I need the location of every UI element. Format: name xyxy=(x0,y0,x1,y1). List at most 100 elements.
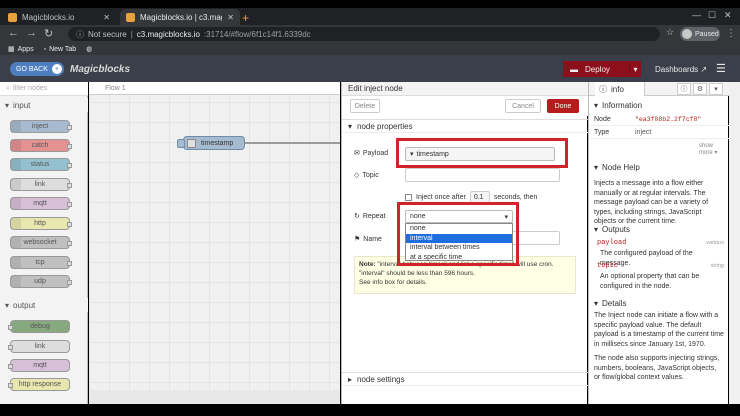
help-intro: Injects a message into a flow either man… xyxy=(594,180,709,225)
profile-status: Paused xyxy=(695,30,719,38)
topic-label: ◇ Topic xyxy=(354,171,379,180)
editor-toolbar: Delete Cancel Done xyxy=(342,96,588,116)
highlight-box-payload xyxy=(396,138,568,168)
inject-trigger-button[interactable] xyxy=(177,139,185,148)
main-menu-icon[interactable]: ☰ xyxy=(716,62,726,75)
node-label: http response xyxy=(18,381,62,388)
palette-node-mqtt-out[interactable]: mqtt xyxy=(8,359,70,372)
palette-node-tcp[interactable]: tcp xyxy=(10,256,72,269)
chevron-down-icon[interactable]: ▾ xyxy=(629,64,641,74)
label-text: Repeat xyxy=(362,212,386,220)
chevron-down-icon[interactable]: ▾ xyxy=(709,83,723,95)
sidebar-scrollbar[interactable] xyxy=(729,82,740,404)
tag-icon: ⚑ xyxy=(354,236,361,243)
new-tab-button[interactable]: + xyxy=(242,11,249,25)
payload-label: ✉ Payload xyxy=(354,149,388,158)
tab-title: Magicblocks.io | c3.magicblocks.io xyxy=(140,12,222,22)
node-help-header[interactable]: ▾ Node Help xyxy=(589,161,729,173)
info-icon: ⓘ xyxy=(599,84,607,94)
palette-node-catch[interactable]: catch xyxy=(10,139,72,152)
information-header[interactable]: ▾ Information xyxy=(589,99,729,111)
prop-topic-type: string xyxy=(710,263,724,269)
palette-node-udp[interactable]: udp xyxy=(10,275,72,288)
topic-input[interactable] xyxy=(405,168,560,182)
flow-workspace[interactable]: Flow 1 timestamp xyxy=(89,82,340,404)
browser-tab-inactive[interactable]: Magicblocks.io ✕ xyxy=(2,9,116,25)
palette-node-http[interactable]: http xyxy=(10,217,72,230)
go-back-label: GO BACK xyxy=(16,65,48,73)
sidebar-tabs: ⓘ info ⓘ ⚙ ▾ xyxy=(589,82,729,96)
address-bar: ← → ↻ ⓘ Not secure | c3.magicblocks.io:3… xyxy=(0,25,740,43)
envelope-icon: ✉ xyxy=(354,150,360,157)
info-sidebar: ⓘ info ⓘ ⚙ ▾ ▾ Information Node "ea3f08b… xyxy=(588,82,729,404)
tab-flow-1[interactable]: Flow 1 xyxy=(97,82,134,95)
palette-category-output[interactable]: ▾ output xyxy=(0,298,88,312)
node-settings-section[interactable]: ▸ node settings xyxy=(342,372,588,386)
dashboards-link[interactable]: Dashboards ↗ xyxy=(655,65,707,74)
window-close-icon[interactable]: ✕ xyxy=(724,10,732,21)
show-more-link[interactable]: show more ▾ xyxy=(699,143,728,156)
tag-icon: ◇ xyxy=(354,172,360,179)
chevron-down-icon: ▾ xyxy=(594,100,599,110)
close-icon[interactable]: ✕ xyxy=(103,13,110,22)
done-button[interactable]: Done xyxy=(547,99,579,113)
palette-node-link[interactable]: link xyxy=(10,178,72,191)
palette-node-websocket[interactable]: websocket xyxy=(10,236,72,249)
filter-nodes-input[interactable]: ⌕ filter nodes xyxy=(0,82,88,96)
node-palette: ⌕ filter nodes ▾ input inject catch stat… xyxy=(0,82,88,404)
node-label: tcp xyxy=(35,259,45,266)
bookmark-new-tab[interactable]: ▫ New Tab xyxy=(44,46,77,53)
prop-payload: payload xyxy=(597,239,627,247)
star-icon[interactable]: ☆ xyxy=(666,27,674,38)
browser-menu-icon[interactable]: ⋮ xyxy=(726,28,736,39)
output-port xyxy=(67,202,72,207)
palette-node-mqtt[interactable]: mqtt xyxy=(10,197,72,210)
back-arrow-icon[interactable]: ← xyxy=(8,27,19,39)
node-properties-section[interactable]: ▾ node properties xyxy=(342,119,588,133)
globe-icon[interactable]: ◍ xyxy=(86,45,92,53)
bookmark-apps[interactable]: ▦ Apps xyxy=(8,45,34,54)
prop-topic: topic xyxy=(597,262,619,270)
forward-arrow-icon[interactable]: → xyxy=(26,27,37,39)
maximize-icon[interactable]: ☐ xyxy=(708,10,716,21)
chevron-down-icon: ▾ xyxy=(348,121,353,131)
url-input[interactable]: ⓘ Not secure | c3.magicblocks.io:31714/#… xyxy=(68,27,660,41)
node-label: mqtt xyxy=(33,362,47,369)
go-back-button[interactable]: GO BACK + xyxy=(10,62,64,76)
row-key: Type xyxy=(594,128,610,136)
palette-category-input[interactable]: ▾ input xyxy=(0,98,88,112)
inject-once-checkbox[interactable] xyxy=(405,193,412,201)
palette-node-inject[interactable]: inject xyxy=(10,120,72,133)
debug-tab-icon[interactable]: ⚙ xyxy=(693,83,707,95)
palette-node-link-out[interactable]: link xyxy=(8,340,70,353)
node-label: link xyxy=(34,343,46,350)
outputs-header[interactable]: ▾ Outputs xyxy=(589,223,729,235)
details-header[interactable]: ▾ Details xyxy=(589,297,729,309)
node-label: link xyxy=(34,181,46,188)
section-label: node properties xyxy=(357,121,413,131)
palette-node-status[interactable]: status xyxy=(10,158,72,171)
timestamp-inject-node[interactable]: timestamp xyxy=(177,136,245,150)
name-label: ⚑ Name xyxy=(354,235,382,244)
tab-info[interactable]: ⓘ info xyxy=(595,82,645,96)
deploy-button[interactable]: ▬ Deploy ▾ xyxy=(563,61,641,77)
deploy-icon: ▬ xyxy=(570,64,578,74)
delete-button[interactable]: Delete xyxy=(350,99,380,113)
magicblocks-favicon-icon xyxy=(8,12,17,22)
profile-button[interactable]: Paused xyxy=(680,27,720,41)
palette-node-http-response[interactable]: http response xyxy=(8,378,70,391)
horizontal-scrollbar[interactable] xyxy=(89,390,340,404)
close-icon[interactable]: ✕ xyxy=(227,13,234,22)
page-icon: ▫ xyxy=(43,45,47,53)
section-label: Outputs xyxy=(602,224,631,234)
minimize-icon[interactable]: — xyxy=(692,10,701,20)
node-label: catch xyxy=(31,142,49,149)
info-tab-icon[interactable]: ⓘ xyxy=(677,83,691,95)
palette-node-debug[interactable]: debug xyxy=(8,320,70,333)
browser-tab-active[interactable]: Magicblocks.io | c3.magicblocks.io ✕ xyxy=(120,9,240,25)
cancel-button[interactable]: Cancel xyxy=(505,99,541,113)
note-line-2: "interval" should be less than 596 hours… xyxy=(359,270,475,277)
wire[interactable] xyxy=(244,142,340,144)
table-row: Type inject xyxy=(589,126,729,139)
reload-icon[interactable]: ↻ xyxy=(44,27,53,40)
